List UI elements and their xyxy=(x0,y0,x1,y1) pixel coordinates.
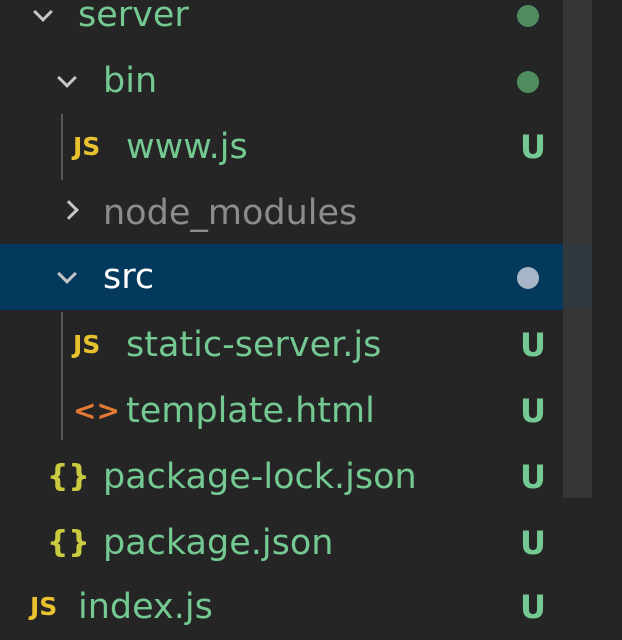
untracked-status-badge: U xyxy=(520,128,546,166)
tree-item-bin[interactable]: bin xyxy=(0,48,592,114)
modified-dot-icon xyxy=(517,71,539,93)
modified-dot-icon xyxy=(517,5,539,27)
tree-item-package-json[interactable]: {} package.json U xyxy=(0,510,592,576)
untracked-status-badge: U xyxy=(520,588,546,626)
indent-guide xyxy=(61,114,63,180)
untracked-status-badge: U xyxy=(520,326,546,364)
tree-item-label: src xyxy=(103,257,155,297)
json-file-icon: {} xyxy=(47,525,90,560)
tree-item-server[interactable]: server xyxy=(0,0,592,48)
untracked-status-badge: U xyxy=(520,392,546,430)
tree-item-label: server xyxy=(78,0,189,35)
tree-item-package-lock-json[interactable]: {} package-lock.json U xyxy=(0,444,592,510)
tree-item-node-modules[interactable]: node_modules xyxy=(0,180,592,246)
tree-item-label: template.html xyxy=(126,391,375,431)
tree-item-index-js[interactable]: JS index.js U xyxy=(0,574,592,640)
tree-item-label: bin xyxy=(103,61,158,101)
javascript-file-icon: JS xyxy=(73,330,101,359)
javascript-file-icon: JS xyxy=(73,132,101,161)
modified-dot-icon xyxy=(517,267,539,289)
file-explorer-tree: server bin JS www.js U node_modules src … xyxy=(0,0,622,627)
chevron-down-icon[interactable] xyxy=(33,2,53,22)
tree-item-src[interactable]: src xyxy=(0,244,592,310)
tree-item-static-server-js[interactable]: JS static-server.js U xyxy=(0,312,592,378)
html-file-icon: <> xyxy=(73,394,120,427)
tree-item-label: node_modules xyxy=(103,193,358,233)
untracked-status-badge: U xyxy=(520,524,546,562)
vertical-scrollbar[interactable] xyxy=(563,0,592,498)
json-file-icon: {} xyxy=(47,459,90,494)
tree-item-label: package.json xyxy=(103,523,334,563)
untracked-status-badge: U xyxy=(520,458,546,496)
chevron-down-icon[interactable] xyxy=(57,68,77,88)
chevron-down-icon[interactable] xyxy=(57,264,77,284)
tree-item-label: www.js xyxy=(126,127,248,167)
tree-item-label: static-server.js xyxy=(126,325,382,365)
tree-item-label: index.js xyxy=(78,587,213,627)
tree-item-label: package-lock.json xyxy=(103,457,417,497)
javascript-file-icon: JS xyxy=(30,592,58,621)
tree-item-template-html[interactable]: <> template.html U xyxy=(0,378,592,444)
chevron-right-icon[interactable] xyxy=(59,200,79,220)
tree-item-www-js[interactable]: JS www.js U xyxy=(0,114,592,180)
